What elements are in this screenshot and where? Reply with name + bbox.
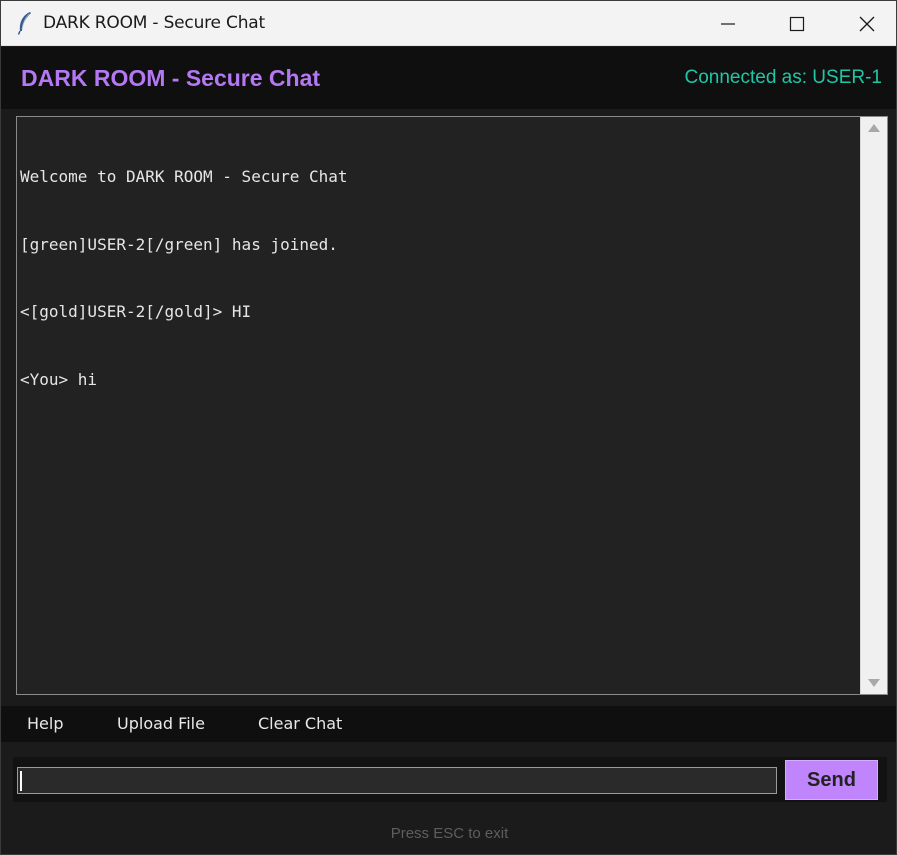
scroll-down-icon[interactable] xyxy=(868,679,880,687)
exit-hint: Press ESC to exit xyxy=(390,825,509,842)
chat-message: [green]USER-2[/green] has joined. xyxy=(20,234,338,254)
upload-file-button[interactable]: Upload File xyxy=(117,714,205,733)
maximize-button[interactable] xyxy=(766,1,828,46)
minimize-icon xyxy=(721,22,735,25)
help-button[interactable]: Help xyxy=(27,714,63,733)
app-window: DARK ROOM - Secure Chat DARK ROOM - Secu… xyxy=(0,0,897,855)
chat-message: <[gold]USER-2[/gold]> HI xyxy=(20,302,252,321)
scroll-up-icon[interactable] xyxy=(868,124,880,132)
app-header: DARK ROOM - Secure Chat Connected as: US… xyxy=(1,47,896,109)
close-button[interactable] xyxy=(836,1,896,46)
chat-message: Welcome to DARK ROOM - Secure Chat xyxy=(20,167,348,186)
send-button[interactable]: Send xyxy=(785,760,878,800)
connection-status: Connected as: USER-1 xyxy=(684,67,883,88)
app-title: DARK ROOM - Secure Chat xyxy=(21,65,321,91)
feather-icon xyxy=(17,12,31,35)
chat-panel: Welcome to DARK ROOM - Secure Chat [gree… xyxy=(16,116,888,695)
title-bar: DARK ROOM - Secure Chat xyxy=(1,1,896,46)
message-input[interactable] xyxy=(17,767,777,794)
window-title: DARK ROOM - Secure Chat xyxy=(43,13,265,33)
chat-toolbar: Help Upload File Clear Chat xyxy=(1,706,896,742)
minimize-button[interactable] xyxy=(697,1,759,46)
clear-chat-button[interactable]: Clear Chat xyxy=(258,714,342,733)
chat-scrollbar[interactable] xyxy=(860,117,887,694)
chat-message: <You> hi xyxy=(20,369,98,389)
message-input-row: Send xyxy=(13,757,887,802)
chat-log[interactable]: Welcome to DARK ROOM - Secure Chat [gree… xyxy=(17,117,860,694)
maximize-icon xyxy=(789,16,805,31)
close-icon xyxy=(859,16,875,31)
